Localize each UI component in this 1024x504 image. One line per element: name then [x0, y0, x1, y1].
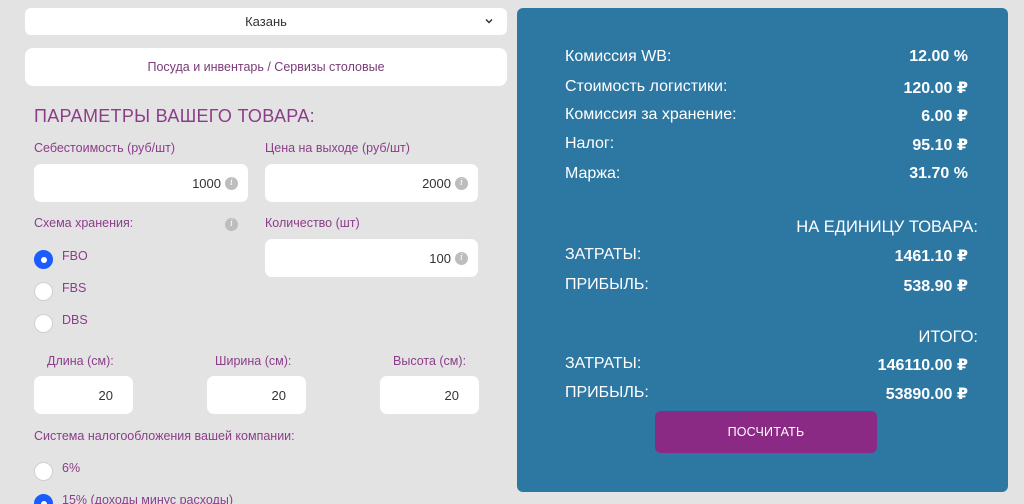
radio-checked[interactable] [34, 250, 53, 269]
total-title: ИТОГО: [918, 328, 978, 346]
category-selector[interactable]: Посуда и инвентарь / Сервизы столовые [25, 48, 507, 86]
qty-input[interactable]: 100 i [265, 239, 478, 277]
height-input[interactable]: 20 [380, 376, 479, 414]
tax-option-6[interactable]: 6% [34, 460, 81, 481]
height-label: Высота (см): [393, 354, 467, 368]
result-row-commission: Комиссия WB: 12.00 % [565, 48, 968, 66]
result-value: 95.10 ₽ [912, 137, 968, 154]
info-icon[interactable]: i [455, 176, 468, 190]
total-profit-row: ПРИБЫЛЬ: 53890.00 ₽ [565, 384, 968, 404]
chevron-down-icon [485, 18, 493, 24]
result-value: 31.70 % [909, 165, 968, 182]
category-label: Посуда и инвентарь / Сервизы столовые [147, 60, 385, 74]
radio-unchecked[interactable] [34, 314, 53, 333]
total-costs-label: ЗАТРАТЫ: [565, 355, 642, 372]
params-title: ПАРАМЕТРЫ ВАШЕГО ТОВАРА: [34, 106, 315, 126]
radio-checked[interactable] [34, 494, 53, 504]
per-unit-profit-label: ПРИБЫЛЬ: [565, 276, 649, 293]
calculate-button[interactable]: ПОСЧИТАТЬ [655, 411, 877, 453]
price-input[interactable]: 2000 i [265, 164, 478, 202]
info-icon[interactable]: i [225, 218, 238, 231]
cost-value: 1000 [192, 175, 221, 191]
tax-option-label: 15% (доходы минус расходы) [62, 492, 233, 504]
city-select[interactable]: Казань [25, 8, 507, 35]
width-input[interactable]: 20 [207, 376, 306, 414]
per-unit-profit-value: 538.90 ₽ [903, 278, 968, 295]
result-label: Комиссия WB: [565, 48, 672, 65]
width-value: 20 [271, 387, 286, 403]
length-input[interactable]: 20 [34, 376, 133, 414]
tax-option-label: 6% [62, 460, 81, 475]
storage-option-label: DBS [62, 312, 88, 327]
length-label: Длина (см): [47, 354, 114, 368]
result-value: 120.00 ₽ [903, 80, 968, 97]
total-costs-row: ЗАТРАТЫ: 146110.00 ₽ [565, 355, 968, 375]
price-value: 2000 [422, 175, 451, 191]
radio-unchecked[interactable] [34, 282, 53, 301]
per-unit-profit-row: ПРИБЫЛЬ: 538.90 ₽ [565, 276, 968, 296]
info-icon[interactable]: i [455, 251, 468, 265]
storage-option-fbs[interactable]: FBS [34, 280, 87, 301]
radio-unchecked[interactable] [34, 462, 53, 481]
result-label: Маржа: [565, 165, 621, 182]
city-select-value: Казань [245, 14, 287, 29]
storage-option-label: FBS [62, 280, 87, 295]
qty-value: 100 [429, 250, 451, 266]
total-profit-label: ПРИБЫЛЬ: [565, 384, 649, 401]
storage-option-label: FBO [62, 248, 88, 263]
storage-option-dbs[interactable]: DBS [34, 312, 88, 333]
per-unit-costs-value: 1461.10 ₽ [894, 248, 968, 265]
result-row-storage: Комиссия за хранение: 6.00 ₽ [565, 106, 968, 126]
per-unit-costs-row: ЗАТРАТЫ: 1461.10 ₽ [565, 246, 968, 266]
results-panel: Комиссия WB: 12.00 % Стоимость логистики… [517, 8, 1008, 492]
width-label: Ширина (см): [215, 354, 292, 368]
storage-label: Схема хранения: [34, 216, 134, 230]
cost-label: Себестоимость (руб/шт) [34, 141, 175, 155]
height-value: 20 [444, 387, 459, 403]
result-label: Налог: [565, 135, 615, 152]
result-label: Комиссия за хранение: [565, 106, 737, 123]
total-costs-value: 146110.00 ₽ [877, 357, 968, 374]
cost-input[interactable]: 1000 i [34, 164, 248, 202]
info-icon[interactable]: i [225, 176, 238, 190]
result-label: Стоимость логистики: [565, 78, 728, 95]
result-value: 12.00 % [909, 48, 968, 65]
total-profit-value: 53890.00 ₽ [885, 386, 968, 403]
price-label: Цена на выходе (руб/шт) [265, 141, 410, 155]
result-row-margin: Маржа: 31.70 % [565, 165, 968, 183]
qty-label: Количество (шт) [265, 216, 360, 230]
result-value: 6.00 ₽ [921, 108, 968, 125]
storage-option-fbo[interactable]: FBO [34, 248, 88, 269]
tax-label: Система налогообложения вашей компании: [34, 429, 295, 443]
length-value: 20 [98, 387, 113, 403]
result-row-tax: Налог: 95.10 ₽ [565, 135, 968, 155]
tax-option-15[interactable]: 15% (доходы минус расходы) [34, 492, 233, 504]
result-row-logistics: Стоимость логистики: 120.00 ₽ [565, 78, 968, 98]
per-unit-costs-label: ЗАТРАТЫ: [565, 246, 642, 263]
per-unit-title: НА ЕДИНИЦУ ТОВАРА: [796, 218, 978, 236]
